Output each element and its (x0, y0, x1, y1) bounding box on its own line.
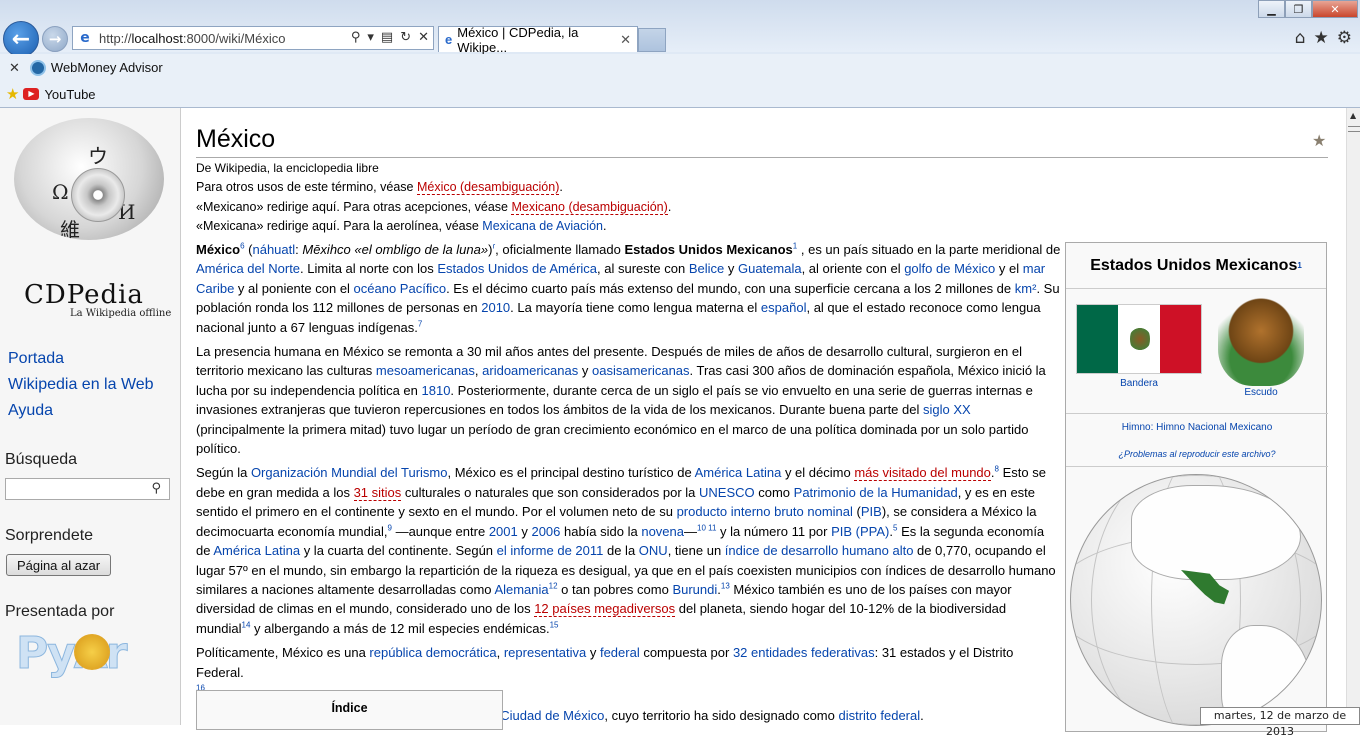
table-of-contents[interactable]: Índice (196, 690, 503, 730)
anthem-link[interactable]: Himno: Himno Nacional Mexicano (1066, 413, 1328, 433)
ie-page-icon: e (80, 30, 90, 46)
flag-green-band (1077, 305, 1119, 373)
nav-portada[interactable]: Portada (8, 350, 64, 368)
webmoney-toolbar: ✕ WebMoney Advisor (0, 54, 1360, 81)
new-tab-button[interactable] (638, 28, 666, 52)
maximize-button[interactable]: ❐ (1285, 0, 1312, 18)
hatnote-1: Para otros usos de este término, véase M… (196, 180, 563, 195)
flag-red-band (1159, 305, 1201, 373)
clock-tooltip: martes, 12 de marzo de 2013 (1200, 707, 1360, 738)
hatnote-2-link[interactable]: Mexicano (desambiguación) (511, 200, 668, 215)
vertical-scrollbar[interactable]: ▲ (1346, 108, 1360, 725)
article-content: México ★ De Wikipedia, la enciclopedia l… (181, 108, 1346, 732)
close-toolbar-icon[interactable]: ✕ (9, 60, 20, 76)
close-window-button[interactable]: ✕ (1312, 0, 1358, 18)
dropdown-icon[interactable]: ▾ (367, 30, 374, 45)
webmoney-icon (29, 59, 46, 76)
title-divider (196, 157, 1328, 158)
favorites-star-icon[interactable]: ★ (1314, 28, 1329, 48)
mexico-flag-image[interactable] (1076, 304, 1202, 374)
brand-name: CDPedia (24, 280, 144, 310)
infobox-title: Estados Unidos Mexicanos 1 (1066, 243, 1326, 289)
flag-white-band (1118, 305, 1160, 373)
youtube-favorite[interactable]: YouTube (44, 87, 95, 102)
compatibility-icon[interactable]: ▤ (381, 30, 393, 45)
argentina-sun-icon (74, 634, 110, 670)
surprise-heading: Sorprendete (5, 527, 94, 544)
gear-icon[interactable]: ⚙ (1337, 28, 1352, 48)
back-arrow-icon: ← (11, 26, 31, 52)
favorites-add-icon[interactable]: ★ (6, 85, 19, 103)
scrollbar-thumb[interactable] (1348, 126, 1360, 132)
wikipedia-globe-logo[interactable]: ウ Ω И 維 (14, 118, 164, 240)
address-bar[interactable]: e http://localhost:8000/wiki/México ⚲ ▾ … (72, 26, 434, 50)
minimize-button[interactable]: ▁ (1258, 0, 1285, 18)
favorites-bar: ★ ▶ YouTube (0, 81, 1360, 108)
pyar-logo[interactable]: PyAr (16, 628, 156, 684)
scroll-up-icon[interactable]: ▲ (1350, 111, 1356, 120)
forward-arrow-icon: → (48, 30, 62, 48)
toc-title: Índice (331, 701, 368, 715)
refresh-icon[interactable]: ↻ (400, 30, 411, 45)
tab-ie-icon: e (445, 32, 453, 47)
site-subtitle: De Wikipedia, la enciclopedia libre (196, 161, 379, 175)
coat-caption[interactable]: Escudo (1218, 387, 1304, 398)
tab-title: México | CDPedia, la Wikipe... (457, 24, 579, 55)
address-tools: ⚲ ▾ ▤ ↻ ✕ (351, 30, 429, 45)
page-title: México (196, 125, 276, 153)
forward-button[interactable]: → (42, 26, 68, 52)
favorite-star-icon[interactable]: ★ (1312, 131, 1326, 151)
address-url[interactable]: http://localhost:8000/wiki/México (99, 31, 285, 46)
home-icon[interactable]: ⌂ (1295, 28, 1306, 48)
flag-caption[interactable]: Bandera (1076, 378, 1202, 389)
flag-emblem-icon (1130, 324, 1151, 354)
paragraph-history: La presencia humana en México se remonta… (196, 344, 1046, 457)
webmoney-label[interactable]: WebMoney Advisor (51, 60, 163, 75)
hatnote-3-link[interactable]: Mexicana de Aviación (482, 219, 603, 233)
search-heading: Búsqueda (5, 451, 78, 468)
back-button[interactable]: ← (3, 21, 39, 57)
article-body: México6 (náhuatl: Mēxihco «el ombligo de… (196, 240, 1061, 731)
paragraph-intro: México6 (náhuatl: Mēxihco «el ombligo de… (196, 241, 1061, 335)
presented-by: Presentada por (5, 603, 115, 620)
hatnote-3: «Mexicana» redirige aquí. Para la aerolí… (196, 219, 607, 233)
nav-wikipedia-web[interactable]: Wikipedia en la Web (8, 376, 154, 394)
search-input[interactable]: ⚲ (5, 478, 170, 500)
search-icon[interactable]: ⚲ (351, 30, 361, 45)
stop-icon[interactable]: ✕ (418, 30, 429, 45)
sidebar: ウ Ω И 維 CDPedia La Wikipedia offline Por… (0, 108, 181, 725)
random-page-button[interactable]: Página al azar (6, 554, 111, 576)
coat-of-arms-image[interactable] (1218, 294, 1304, 386)
playback-problems-link[interactable]: ¿Problemas al reproducir este archivo? (1066, 449, 1328, 467)
youtube-icon: ▶ (23, 88, 40, 100)
brand-subtitle: La Wikipedia offline (70, 308, 172, 319)
search-icon[interactable]: ⚲ (151, 481, 161, 496)
nav-ayuda[interactable]: Ayuda (8, 402, 53, 420)
hatnote-2: «Mexicano» redirige aquí. Para otras ace… (196, 200, 672, 215)
infobox: Estados Unidos Mexicanos 1 Bandera Escudo… (1065, 242, 1328, 732)
browser-right-icons: ⌂ ★ ⚙ (1295, 28, 1352, 48)
hatnote-1-link[interactable]: México (desambiguación) (416, 180, 560, 195)
location-globe-map[interactable] (1070, 474, 1322, 726)
window-controls: ▁ ❐ ✕ (1258, 0, 1358, 18)
paragraph-economy: Según la Organización Mundial del Turism… (196, 465, 1056, 636)
browser-tab[interactable]: e México | CDPedia, la Wikipe... ✕ (438, 24, 638, 55)
tab-close-icon[interactable]: ✕ (620, 32, 631, 48)
cd-disc-icon (71, 168, 125, 222)
browser-chrome: ▁ ❐ ✕ ← → e http://localhost:8000/wiki/M… (0, 0, 1360, 108)
